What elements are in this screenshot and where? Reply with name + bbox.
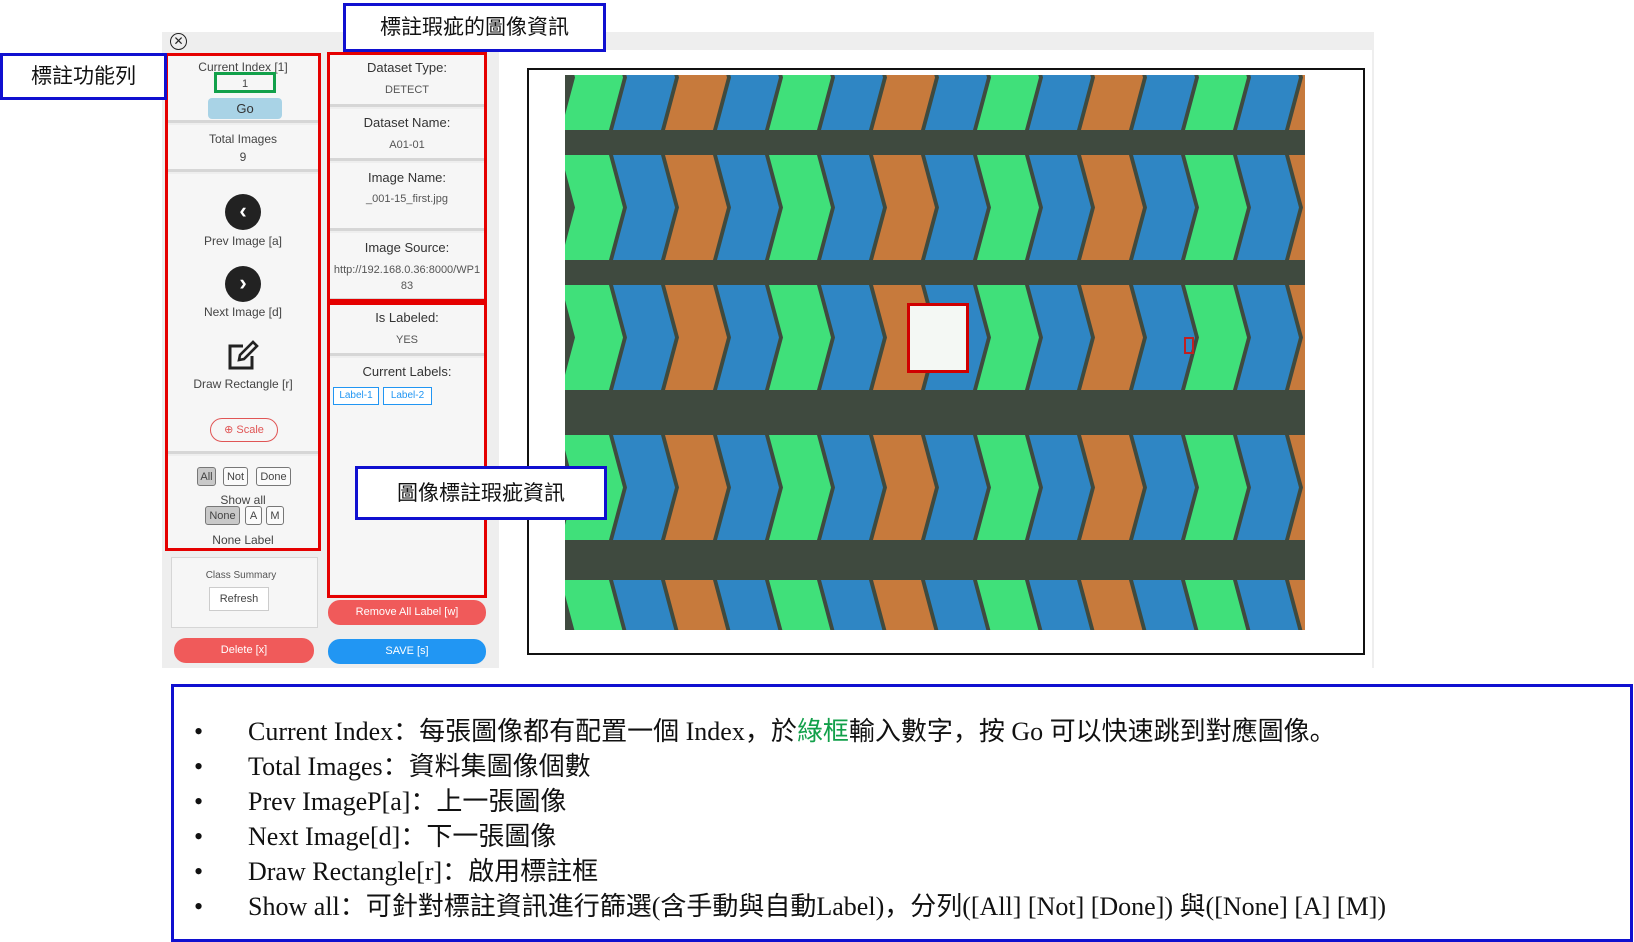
chevron-cell (873, 75, 935, 130)
callout-toolbar: 標註功能列 (0, 53, 167, 100)
chevron-cell (665, 75, 727, 130)
chevron-cell (925, 75, 987, 130)
note-total-images: • Total Images：資料集圖像個數 (194, 746, 591, 783)
remove-all-label-button[interactable]: Remove All Label [w] (328, 600, 486, 625)
chevron-cell (977, 580, 1039, 630)
note-show-all: • Show all：可針對標註資訊進行篩選(含手動與自動Label)，分列([A… (194, 886, 1386, 923)
note-text: Prev ImageP[a]：上一張圖像 (248, 787, 567, 816)
bullet: • (194, 717, 204, 746)
chevron-cell (1185, 580, 1247, 630)
chevron-cell (1133, 580, 1195, 630)
note-prev-image: • Prev ImageP[a]：上一張圖像 (194, 781, 566, 818)
defect-info-highlight-frame (327, 302, 487, 598)
chevron-cell (565, 155, 623, 260)
callout-defect-info: 圖像標註瑕疵資訊 (355, 466, 607, 520)
chevron-cell (821, 580, 883, 630)
chevron-cell (565, 580, 623, 630)
note-next-image: • Next Image[d]：下一張圖像 (194, 816, 556, 853)
save-button[interactable]: SAVE [s] (328, 639, 486, 664)
chevron-cell (977, 75, 1039, 130)
note-text: Next Image[d]：下一張圖像 (248, 822, 557, 851)
note-green-text: 綠框 (796, 717, 849, 746)
chevron-cell (1081, 75, 1143, 130)
note-draw-rectangle: • Draw Rectangle[r]：啟用標註框 (194, 851, 598, 888)
note-text: Current Index：每張圖像都有配置一個 Index，於 (248, 717, 797, 746)
callout-image-info: 標註瑕疵的圖像資訊 (343, 3, 606, 52)
chevron-cell (1029, 580, 1091, 630)
note-text: Total Images：資料集圖像個數 (248, 752, 591, 781)
note-current-index: • Current Index：每張圖像都有配置一個 Index，於綠框輸入數字，… (194, 711, 1336, 748)
bullet: • (194, 787, 204, 816)
chevron-cell (769, 75, 831, 130)
chevron-cell (1237, 580, 1299, 630)
note-text: Show all：可針對標註資訊進行篩選(含手動與自動Label)，分列([Al… (248, 892, 1387, 921)
image-info-highlight-frame (327, 52, 487, 302)
bullet: • (194, 822, 204, 851)
chevron-cell (665, 580, 727, 630)
chevron-cell (1081, 580, 1143, 630)
chevron-cell (873, 580, 935, 630)
chevron-cell (821, 75, 883, 130)
refresh-button[interactable]: Refresh (209, 587, 269, 611)
bullet: • (194, 752, 204, 781)
class-summary-label: Class Summary (205, 570, 277, 581)
chevron-cell (717, 75, 779, 130)
chevron-cell (613, 75, 675, 130)
bullet: • (194, 857, 204, 886)
chevron-cell (565, 75, 623, 130)
chevron-cell (1029, 75, 1091, 130)
chevron-cell (925, 580, 987, 630)
chevron-cell (717, 580, 779, 630)
chevron-cell (769, 580, 831, 630)
bullet: • (194, 892, 204, 921)
delete-button[interactable]: Delete [x] (174, 638, 314, 663)
close-icon[interactable]: ✕ (170, 33, 187, 50)
chevron-cell (613, 580, 675, 630)
note-text: 輸入數字，按 Go 可以快速跳到對應圖像。 (848, 717, 1336, 746)
chevron-cell (1133, 75, 1195, 130)
bounding-box-label-2[interactable] (1184, 337, 1194, 354)
note-text: Draw Rectangle[r]：啟用標註框 (248, 857, 599, 886)
bounding-box-label-1[interactable] (907, 303, 969, 373)
toolbar-highlight-frame (165, 53, 321, 551)
chevron-cell (1185, 75, 1247, 130)
notes-box: • Current Index：每張圖像都有配置一個 Index，於綠框輸入數字，… (171, 684, 1633, 942)
chevron-cell (565, 285, 623, 390)
chevron-cell (1237, 75, 1299, 130)
